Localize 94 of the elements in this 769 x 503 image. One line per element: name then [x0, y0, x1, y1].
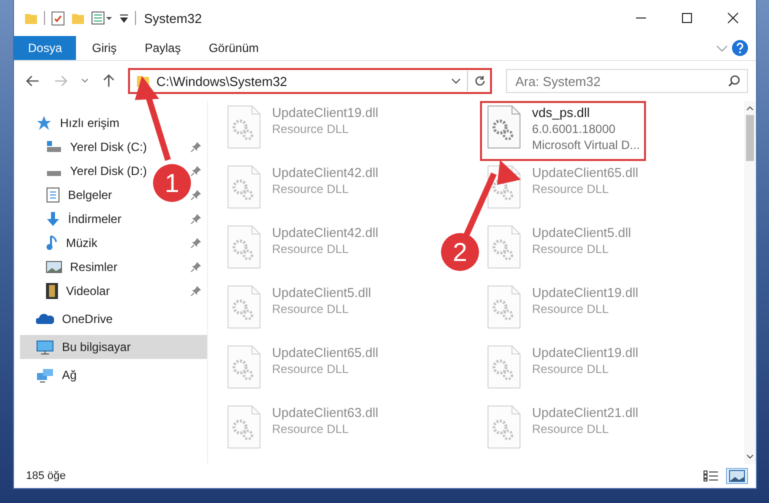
picture-icon — [46, 261, 62, 273]
file-detail: Resource DLL — [532, 242, 610, 256]
network-icon — [36, 368, 54, 382]
gear-file-icon — [226, 345, 262, 389]
ribbon-tab[interactable]: Dosya — [14, 36, 76, 60]
scroll-down-icon[interactable] — [746, 454, 754, 460]
file-detail: Resource DLL — [532, 182, 610, 196]
music-note-icon — [46, 235, 58, 251]
gear-file-icon — [226, 285, 262, 329]
ribbon-tab[interactable]: Paylaş — [132, 36, 193, 60]
download-arrow-icon — [46, 211, 60, 227]
expand-ribbon-icon[interactable] — [716, 43, 728, 53]
file-name: UpdateClient19.dll — [532, 345, 638, 360]
pin-icon[interactable] — [191, 214, 201, 224]
sidebar-item[interactable]: Videolar — [14, 279, 207, 303]
file-name: UpdateClient65.dll — [532, 165, 638, 180]
file-name: vds_ps.dll — [532, 105, 591, 120]
file-detail: Resource DLL — [272, 302, 350, 316]
scroll-up-icon[interactable] — [746, 105, 754, 111]
file-name: UpdateClient19.dll — [532, 285, 638, 300]
search-field[interactable]: Ara: System32 — [506, 69, 748, 93]
scrollbar-thumb[interactable] — [746, 115, 754, 161]
pin-icon[interactable] — [191, 190, 201, 200]
folder-icon — [24, 11, 38, 25]
cloud-icon — [36, 313, 54, 325]
address-bar[interactable]: C:\Windows\System32 — [128, 68, 492, 94]
item-count: 185 öğe — [26, 470, 66, 482]
step-number-marker: 1 — [153, 164, 191, 202]
file-detail: Resource DLL — [272, 122, 350, 136]
gear-file-icon — [226, 105, 262, 149]
document-icon — [46, 187, 60, 203]
close-icon — [727, 12, 739, 24]
up-arrow-icon[interactable] — [102, 74, 114, 88]
file-detail: Resource DLL — [532, 422, 610, 436]
drive-icon — [46, 141, 62, 153]
properties-icon[interactable] — [51, 10, 65, 26]
sidebar-item[interactable]: Müzik — [14, 231, 207, 255]
recent-caret-icon[interactable] — [81, 78, 89, 84]
pin-icon[interactable] — [191, 262, 201, 272]
step-number-marker: 2 — [441, 233, 479, 271]
pin-icon[interactable] — [191, 286, 201, 296]
sidebar-item[interactable]: Ağ — [14, 363, 207, 387]
file-name: UpdateClient5.dll — [532, 225, 632, 240]
customize-caret-icon[interactable] — [119, 13, 129, 23]
file-detail: Resource DLL — [272, 362, 350, 376]
sidebar-item[interactable]: OneDrive — [14, 307, 207, 331]
back-arrow-icon[interactable] — [26, 75, 40, 87]
gear-file-icon — [486, 345, 522, 389]
search-icon — [728, 75, 740, 87]
file-detail: Resource DLL — [272, 242, 350, 256]
monitor-icon — [36, 340, 54, 354]
file-detail: Resource DLL — [272, 422, 350, 436]
sidebar-item[interactable]: Hızlı erişim — [14, 111, 207, 135]
file-name: UpdateClient42.dll — [272, 225, 378, 240]
star-icon — [36, 115, 52, 131]
pin-icon[interactable] — [191, 166, 201, 176]
view-options-icon[interactable] — [91, 11, 113, 25]
sidebar-item[interactable]: Resimler — [14, 255, 207, 279]
pin-icon[interactable] — [191, 238, 201, 248]
window-title: System32 — [144, 10, 202, 26]
pin-icon[interactable] — [191, 142, 201, 152]
file-detail: Microsoft Virtual D... — [532, 138, 640, 152]
ribbon-tab[interactable]: Görünüm — [196, 36, 271, 60]
refresh-icon[interactable] — [474, 75, 486, 87]
file-detail: Resource DLL — [532, 362, 610, 376]
picture-icon — [729, 470, 745, 482]
file-item[interactable]: vds_ps.dll 6.0.6001.18000 Microsoft Virtual D... — [480, 101, 646, 161]
file-detail: Resource DLL — [272, 182, 350, 196]
gear-file-icon — [486, 105, 522, 149]
ribbon-tab[interactable]: Giriş — [80, 36, 129, 60]
file-name: UpdateClient63.dll — [272, 405, 378, 420]
gear-file-icon — [226, 165, 262, 209]
gear-file-icon — [226, 405, 262, 449]
sidebar-item[interactable]: Bu bilgisayar — [20, 335, 207, 359]
sidebar-item[interactable]: Yerel Disk (C:) — [14, 135, 207, 159]
address-path: C:\Windows\System32 — [156, 74, 288, 88]
gear-file-icon — [486, 225, 522, 269]
file-detail: Resource DLL — [532, 302, 610, 316]
large-icons-view-button[interactable] — [726, 468, 748, 484]
dropdown-caret-icon[interactable] — [451, 78, 462, 84]
file-name: UpdateClient21.dll — [532, 405, 638, 420]
gear-file-icon — [486, 405, 522, 449]
gear-file-icon — [486, 285, 522, 329]
help-icon[interactable] — [732, 40, 748, 56]
file-name: UpdateClient65.dll — [272, 345, 378, 360]
file-detail: 6.0.6001.18000 — [532, 122, 616, 136]
file-name: UpdateClient19.dll — [272, 105, 378, 120]
file-name: UpdateClient5.dll — [272, 285, 372, 300]
file-name: UpdateClient42.dll — [272, 165, 378, 180]
sidebar-item[interactable]: İndirmeler — [14, 207, 207, 231]
film-icon — [46, 283, 58, 299]
gear-file-icon — [226, 225, 262, 269]
details-list-icon — [703, 470, 719, 482]
maximize-icon — [681, 12, 693, 24]
